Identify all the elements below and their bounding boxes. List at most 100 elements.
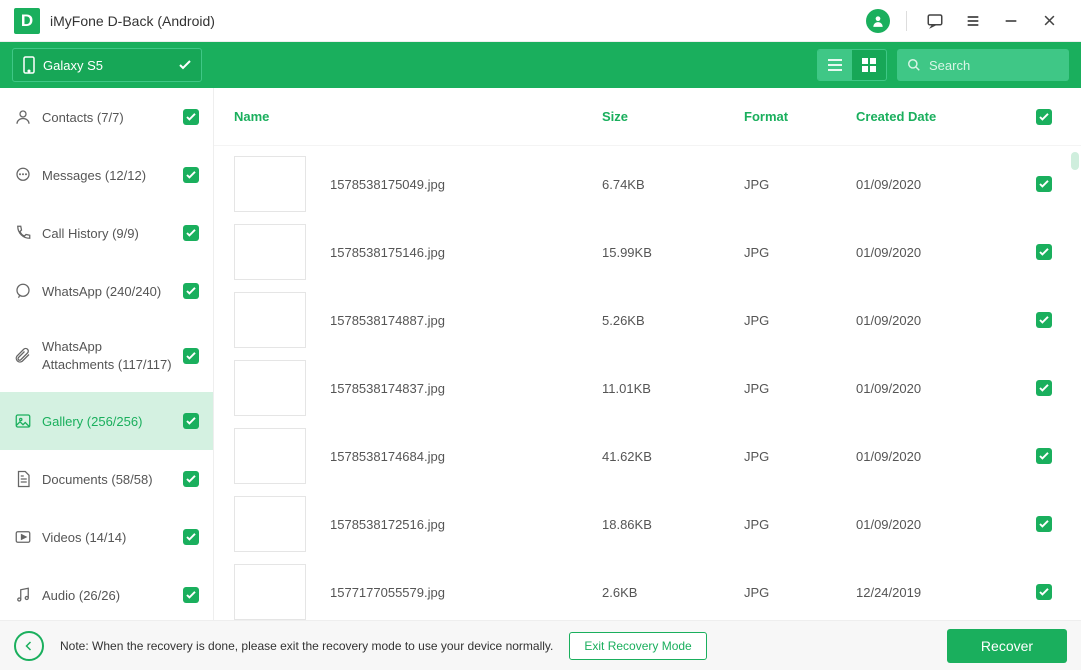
sidebar-item-label: WhatsApp Attachments (117/117): [42, 338, 173, 373]
sidebar-item-checkbox[interactable]: [183, 348, 199, 364]
sidebar-item-messages[interactable]: Messages (12/12): [0, 146, 213, 204]
sidebar-item-checkbox[interactable]: [183, 413, 199, 429]
row-checkbox[interactable]: [1036, 244, 1052, 260]
footer-note: Note: When the recovery is done, please …: [60, 639, 553, 653]
row-checkbox[interactable]: [1036, 516, 1052, 532]
content: Name Size Format Created Date 1578538175…: [214, 88, 1081, 620]
table-row[interactable]: 1577177055579.jpg2.6KBJPG12/24/2019: [234, 558, 1061, 620]
list-view-button[interactable]: [818, 50, 852, 80]
sidebar-item-checkbox[interactable]: [183, 471, 199, 487]
exit-recovery-button[interactable]: Exit Recovery Mode: [569, 632, 706, 660]
col-date[interactable]: Created Date: [856, 109, 1032, 124]
col-size[interactable]: Size: [602, 109, 744, 124]
sidebar-item-checkbox[interactable]: [183, 225, 199, 241]
sidebar-item-checkbox[interactable]: [183, 283, 199, 299]
file-format: JPG: [744, 381, 856, 396]
recover-button[interactable]: Recover: [947, 629, 1067, 663]
file-name: 1577177055579.jpg: [330, 585, 602, 600]
columns-header: Name Size Format Created Date: [214, 88, 1081, 146]
sidebar-item-checkbox[interactable]: [183, 109, 199, 125]
file-check: [1032, 584, 1052, 600]
sidebar-item-label: Call History (9/9): [42, 226, 173, 241]
whatsapp-icon: [14, 282, 32, 300]
sidebar-item-audio[interactable]: Audio (26/26): [0, 566, 213, 620]
file-thumbnail: [234, 292, 306, 348]
table-row[interactable]: 1578538174887.jpg5.26KBJPG01/09/2020: [234, 286, 1061, 354]
sidebar-item-gallery[interactable]: Gallery (256/256): [0, 392, 213, 450]
row-checkbox[interactable]: [1036, 584, 1052, 600]
file-name: 1578538175146.jpg: [330, 245, 602, 260]
file-check: [1032, 176, 1052, 192]
close-icon[interactable]: [1031, 3, 1067, 39]
sidebar-item-contacts[interactable]: Contacts (7/7): [0, 88, 213, 146]
sidebar-item-label: Messages (12/12): [42, 168, 173, 183]
file-size: 15.99KB: [602, 245, 744, 260]
file-size: 6.74KB: [602, 177, 744, 192]
doc-icon: [14, 470, 32, 488]
file-rows: 1578538175049.jpg6.74KBJPG01/09/20201578…: [214, 146, 1081, 620]
col-name[interactable]: Name: [234, 109, 602, 124]
file-size: 5.26KB: [602, 313, 744, 328]
file-size: 41.62KB: [602, 449, 744, 464]
table-row[interactable]: 1578538174837.jpg11.01KBJPG01/09/2020: [234, 354, 1061, 422]
row-checkbox[interactable]: [1036, 448, 1052, 464]
sidebar-item-videos[interactable]: Videos (14/14): [0, 508, 213, 566]
check-icon: [179, 60, 191, 70]
sidebar-item-label: Contacts (7/7): [42, 110, 173, 125]
minimize-icon[interactable]: [993, 3, 1029, 39]
table-row[interactable]: 1578538175049.jpg6.74KBJPG01/09/2020: [234, 150, 1061, 218]
sidebar-item-label: Gallery (256/256): [42, 414, 173, 429]
sidebar: Contacts (7/7) Messages (12/12) Call Histo…: [0, 88, 214, 620]
messages-icon: [14, 166, 32, 184]
sidebar-item-checkbox[interactable]: [183, 587, 199, 603]
search-input[interactable]: [929, 58, 1059, 73]
table-row[interactable]: 1578538172516.jpg18.86KBJPG01/09/2020: [234, 490, 1061, 558]
file-name: 1578538174887.jpg: [330, 313, 602, 328]
device-name: Galaxy S5: [43, 58, 103, 73]
titlebar-actions: [860, 3, 1067, 39]
audio-icon: [14, 586, 32, 604]
footer: Note: When the recovery is done, please …: [0, 620, 1081, 670]
toolbar: Galaxy S5: [0, 42, 1081, 88]
device-selector[interactable]: Galaxy S5: [12, 48, 202, 82]
back-button[interactable]: [14, 631, 44, 661]
file-format: JPG: [744, 585, 856, 600]
sidebar-item-whatsapp[interactable]: WhatsApp (240/240): [0, 262, 213, 320]
sidebar-item-documents[interactable]: Documents (58/58): [0, 450, 213, 508]
file-name: 1578538174684.jpg: [330, 449, 602, 464]
row-checkbox[interactable]: [1036, 380, 1052, 396]
sidebar-item-checkbox[interactable]: [183, 167, 199, 183]
file-name: 1578538174837.jpg: [330, 381, 602, 396]
main: Contacts (7/7) Messages (12/12) Call Histo…: [0, 88, 1081, 620]
sidebar-item-callhist[interactable]: Call History (9/9): [0, 204, 213, 262]
app-title: iMyFone D-Back (Android): [50, 13, 860, 29]
call-icon: [14, 224, 32, 242]
phone-icon: [23, 56, 35, 74]
file-check: [1032, 380, 1052, 396]
select-all-checkbox[interactable]: [1036, 109, 1052, 125]
table-row[interactable]: 1578538175146.jpg15.99KBJPG01/09/2020: [234, 218, 1061, 286]
file-date: 01/09/2020: [856, 245, 1032, 260]
col-format[interactable]: Format: [744, 109, 856, 124]
file-thumbnail: [234, 428, 306, 484]
file-thumbnail: [234, 564, 306, 620]
menu-icon[interactable]: [955, 3, 991, 39]
gallery-icon: [14, 412, 32, 430]
sidebar-item-checkbox[interactable]: [183, 529, 199, 545]
video-icon: [14, 528, 32, 546]
file-format: JPG: [744, 517, 856, 532]
grid-view-button[interactable]: [852, 50, 886, 80]
file-date: 12/24/2019: [856, 585, 1032, 600]
file-thumbnail: [234, 156, 306, 212]
app-logo: D: [14, 8, 40, 34]
row-checkbox[interactable]: [1036, 312, 1052, 328]
row-checkbox[interactable]: [1036, 176, 1052, 192]
sidebar-item-whattach[interactable]: WhatsApp Attachments (117/117): [0, 320, 213, 392]
search-box[interactable]: [897, 49, 1069, 81]
file-date: 01/09/2020: [856, 177, 1032, 192]
table-row[interactable]: 1578538174684.jpg41.62KBJPG01/09/2020: [234, 422, 1061, 490]
col-check: [1032, 109, 1052, 125]
feedback-icon[interactable]: [917, 3, 953, 39]
file-check: [1032, 312, 1052, 328]
account-icon[interactable]: [860, 3, 896, 39]
